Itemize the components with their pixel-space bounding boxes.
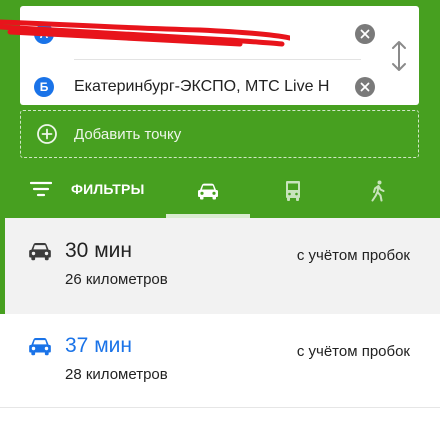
bus-icon	[286, 180, 300, 201]
point-b-input[interactable]: Екатеринбург-ЭКСПО, МТС Live H	[74, 72, 344, 102]
points-divider	[74, 59, 361, 60]
car-icon	[29, 242, 51, 261]
add-point-button[interactable]: Добавить точку	[20, 110, 419, 158]
selected-indicator	[0, 218, 5, 314]
tab-transit[interactable]	[250, 163, 336, 218]
add-circle-icon	[37, 124, 57, 144]
car-icon	[198, 183, 218, 199]
filters-label: ФИЛЬТРЫ	[71, 181, 145, 197]
route-distance: 28 километров	[65, 366, 168, 383]
route-duration: 30 мин	[65, 239, 132, 262]
route-option-1[interactable]: 30 мин 26 километров с учётом пробок	[0, 218, 440, 314]
filters-button[interactable]: ФИЛЬТРЫ	[30, 163, 144, 215]
redaction-scribble	[0, 19, 290, 47]
point-b-row: Б Екатеринбург-ЭКСПО, МТС Live H	[20, 63, 419, 111]
route-option-2[interactable]: 37 мин 28 километров с учётом пробок	[0, 314, 440, 408]
route-duration: 37 мин	[65, 334, 132, 357]
walk-icon	[371, 180, 385, 201]
swap-points-icon[interactable]	[387, 38, 411, 74]
close-icon	[360, 29, 370, 39]
route-panel: А Б Екатеринбург-ЭКСПО, МТС Live H Добав…	[0, 0, 440, 218]
tab-walk[interactable]	[336, 163, 420, 218]
point-b-badge: Б	[34, 77, 54, 97]
close-icon	[360, 82, 370, 92]
tab-car[interactable]	[166, 163, 250, 218]
filter-icon	[30, 181, 52, 197]
clear-point-b-button[interactable]	[355, 77, 375, 97]
route-card: А Б Екатеринбург-ЭКСПО, МТС Live H	[0, 6, 419, 105]
route-distance: 26 километров	[65, 271, 168, 288]
car-icon	[29, 337, 51, 356]
add-point-label: Добавить точку	[74, 125, 182, 143]
traffic-note: с учётом пробок	[296, 343, 410, 360]
traffic-note: с учётом пробок	[296, 247, 410, 264]
clear-point-a-button[interactable]	[355, 24, 375, 44]
filter-bar: ФИЛЬТРЫ	[0, 163, 440, 218]
